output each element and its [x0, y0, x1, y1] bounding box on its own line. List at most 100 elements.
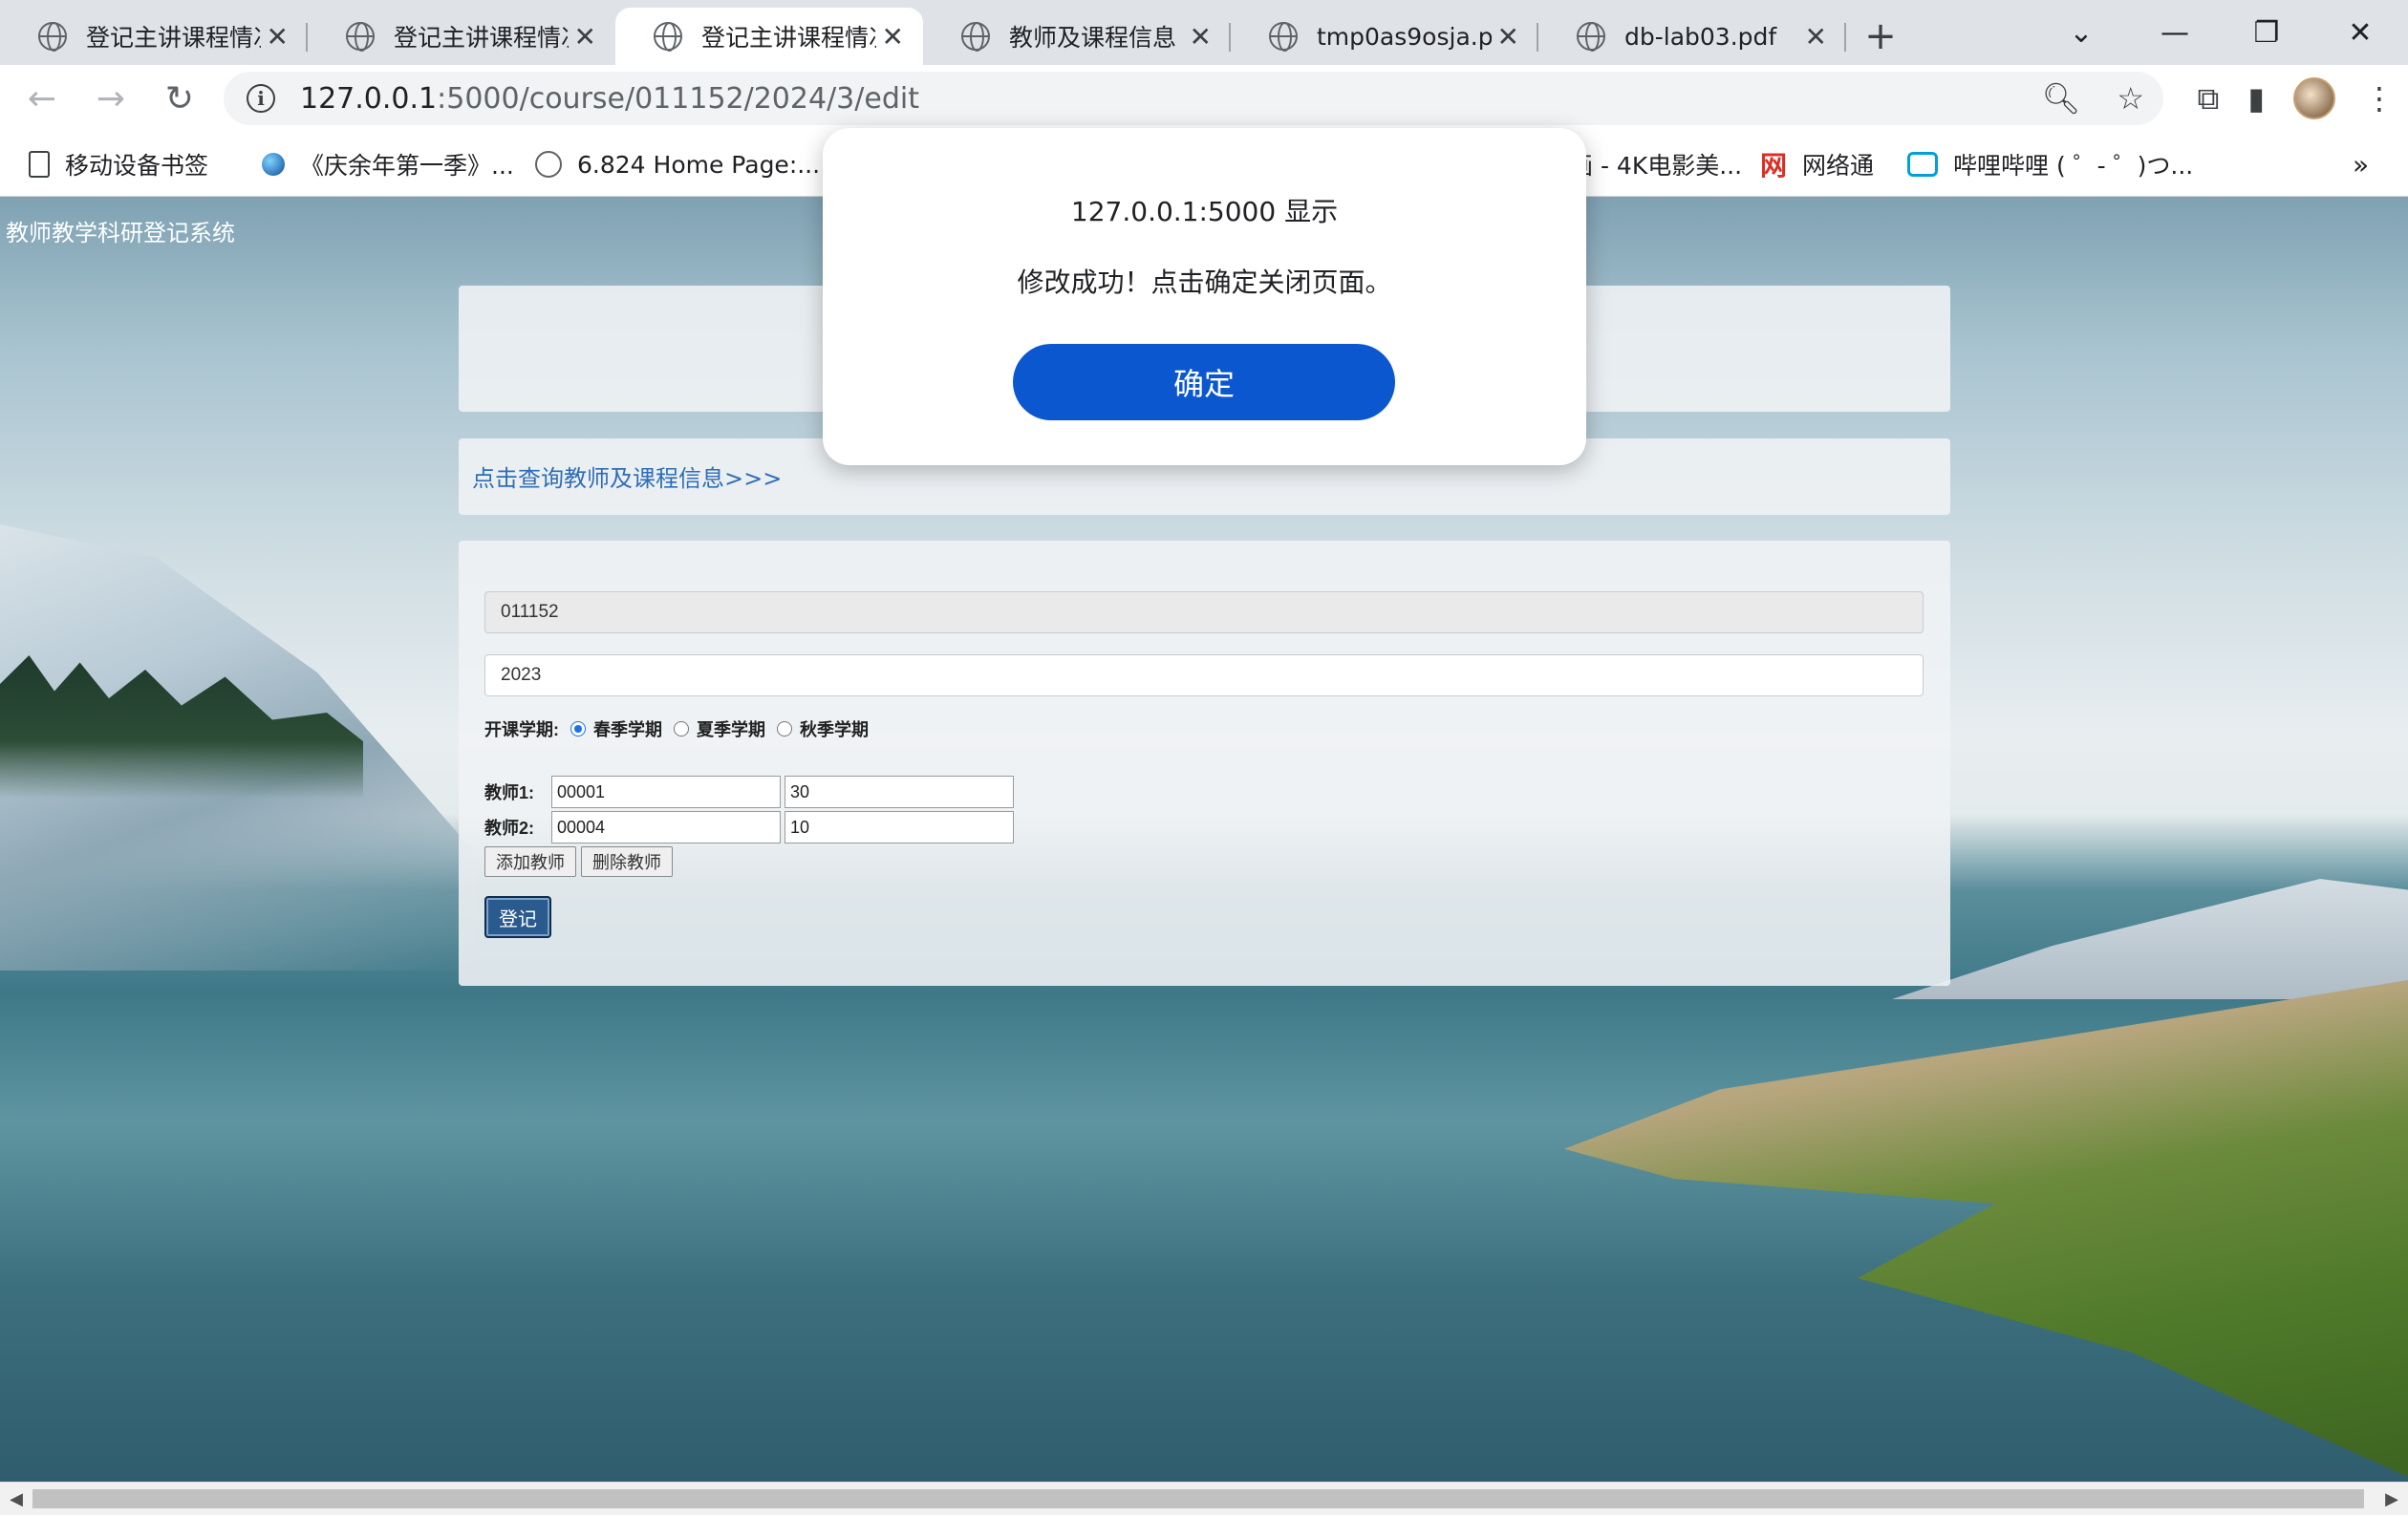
reload-button[interactable]: ↻ — [145, 65, 214, 132]
semester-spring-radio[interactable] — [570, 721, 586, 737]
horizontal-scrollbar[interactable]: ◀ ▶ — [0, 1482, 2408, 1515]
dialog-message: 修改成功！点击确定关闭页面。 — [1017, 267, 1392, 298]
teacher-row-1: 教师1: 00001 30 — [484, 776, 1018, 808]
new-tab-button[interactable]: + — [1852, 8, 1909, 65]
bookmark-4k-movie[interactable]: 画 - 4K电影美... — [1569, 132, 1742, 197]
address-bar-actions: 🔍︎ ☆ — [2042, 72, 2144, 125]
bookmark-bilibili[interactable]: 哔哩哔哩 ( ゜- ゜)つ... — [1907, 132, 2193, 197]
address-bar[interactable]: i 127.0.0.1:5000/course/011152/2024/3/ed… — [224, 72, 2163, 125]
browser-tab-2[interactable]: 登记主讲课程情况 ✕ — [308, 8, 615, 65]
bookmark-label: 移动设备书签 — [65, 152, 209, 180]
tab-title: 登记主讲课程情况 — [701, 24, 876, 52]
url-host: 127.0.0.1 — [300, 81, 438, 116]
alert-dialog: 127.0.0.1:5000 显示 修改成功！点击确定关闭页面。 确定 — [823, 128, 1586, 465]
query-teacher-course-link[interactable]: 点击查询教师及课程信息>>> — [472, 459, 782, 493]
menu-kebab-icon[interactable]: ⋮ — [2364, 80, 2395, 117]
teacher-row-2: 教师2: 00004 10 — [484, 811, 1018, 843]
scrollbar-thumb[interactable] — [32, 1489, 2364, 1508]
minimize-button[interactable]: — — [2137, 0, 2213, 65]
profile-avatar[interactable] — [2293, 77, 2335, 119]
browser-toolbar: ← → ↻ i 127.0.0.1:5000/course/011152/202… — [0, 65, 2408, 132]
tab-title: 教师及课程信息 — [1009, 24, 1177, 52]
remove-teacher-button[interactable]: 删除教师 — [581, 846, 673, 877]
extensions-puzzle-icon[interactable]: ⧉ — [2198, 80, 2220, 117]
bookmark-label: 画 - 4K电影美... — [1569, 152, 1743, 180]
url-path: :5000/course/011152/2024/3/edit — [437, 81, 919, 116]
bookmark-6824[interactable]: 6.824 Home Page:... — [535, 132, 820, 197]
bookmark-star-icon[interactable]: ☆ — [2117, 80, 2144, 117]
bookmark-wangluotong[interactable]: 网 网络通 — [1760, 132, 1874, 197]
browser-tab-4[interactable]: 教师及课程信息 ✕ — [923, 8, 1231, 65]
teacher-1-hours-input[interactable]: 30 — [785, 776, 1014, 808]
tab-title: tmp0as9osja.pdf — [1317, 22, 1492, 51]
more-bookmarks-button[interactable]: » — [2353, 132, 2369, 197]
globe-icon — [654, 22, 682, 52]
bookmark-label: 网络通 — [1802, 152, 1875, 180]
browser-tab-3-active[interactable]: 登记主讲课程情况 ✕ — [615, 8, 923, 65]
background-hill — [1892, 879, 2408, 999]
tab-title: 登记主讲课程情况 — [394, 24, 569, 52]
semester-spring-label: 春季学期 — [593, 720, 662, 739]
semester-group: 开课学期: 春季学期 夏季学期 秋季学期 — [484, 716, 869, 741]
background-grass — [1563, 980, 2408, 1477]
bookmark-qingyunian[interactable]: 《庆余年第一季》... — [262, 132, 514, 197]
semester-summer-label: 夏季学期 — [697, 720, 765, 739]
restore-button[interactable]: ❐ — [2228, 0, 2305, 65]
forward-button[interactable]: → — [76, 65, 145, 132]
add-teacher-button[interactable]: 添加教师 — [484, 846, 576, 877]
earth-icon — [262, 153, 285, 176]
course-id-field[interactable]: 011152 — [484, 591, 1924, 633]
close-tab-icon[interactable]: ✕ — [1805, 21, 1827, 53]
site-title: 教师教学科研登记系统 — [6, 221, 235, 246]
semester-label: 开课学期: — [484, 720, 559, 739]
semester-autumn-label: 秋季学期 — [800, 720, 869, 739]
teacher-2-hours-input[interactable]: 10 — [785, 811, 1014, 843]
toolbar-right: ⧉ ▮ ⋮ — [2198, 65, 2395, 132]
scroll-left-arrow-icon[interactable]: ◀ — [0, 1483, 32, 1516]
globe-icon — [1577, 22, 1605, 52]
zoom-out-icon[interactable]: 🔍︎ — [2042, 80, 2081, 117]
globe-icon — [346, 22, 375, 52]
url-text[interactable]: 127.0.0.1:5000/course/011152/2024/3/edit — [300, 82, 919, 116]
scroll-right-arrow-icon[interactable]: ▶ — [2376, 1483, 2408, 1516]
tab-search-chevron-icon[interactable]: ⌄ — [2043, 0, 2119, 65]
close-window-button[interactable]: ✕ — [2322, 0, 2398, 65]
semester-summer-radio[interactable] — [674, 721, 689, 737]
globe-icon — [961, 22, 990, 52]
teacher-2-label: 教师2: — [484, 819, 535, 838]
folder-icon — [29, 151, 50, 178]
side-panel-icon[interactable]: ▮ — [2247, 80, 2265, 117]
semester-autumn-radio[interactable] — [777, 721, 792, 737]
teacher-1-id-input[interactable]: 00001 — [551, 776, 781, 808]
globe-icon — [535, 151, 562, 178]
bookmark-mobile[interactable]: 移动设备书签 — [29, 132, 208, 197]
dialog-origin: 127.0.0.1:5000 显示 — [1070, 196, 1339, 227]
course-form-card: 011152 2023 开课学期: 春季学期 夏季学期 秋季学期 教师1: 00… — [459, 541, 1950, 986]
browser-tab-1[interactable]: 登记主讲课程情况 ✕ — [0, 8, 308, 65]
browser-tab-6[interactable]: db-lab03.pdf ✕ — [1538, 8, 1846, 65]
dialog-ok-button[interactable]: 确定 — [1013, 344, 1395, 420]
bookmark-label: 哔哩哔哩 ( ゜- ゜)つ... — [1953, 152, 2194, 180]
browser-tab-5[interactable]: tmp0as9osja.pdf ✕ — [1231, 8, 1538, 65]
globe-icon — [1269, 22, 1298, 52]
submit-button[interactable]: 登记 — [484, 896, 551, 938]
tab-strip: 登记主讲课程情况 ✕ 登记主讲课程情况 ✕ 登记主讲课程情况 ✕ 教师及课程信息… — [0, 0, 2408, 65]
close-tab-icon[interactable]: ✕ — [1497, 21, 1519, 53]
teacher-1-label: 教师1: — [484, 783, 535, 802]
close-tab-icon[interactable]: ✕ — [574, 21, 596, 53]
close-tab-icon[interactable]: ✕ — [267, 21, 289, 53]
site-info-icon[interactable]: i — [247, 84, 275, 113]
bookmark-label: 6.824 Home Page:... — [577, 150, 821, 179]
teacher-2-id-input[interactable]: 00004 — [551, 811, 781, 843]
close-tab-icon[interactable]: ✕ — [882, 21, 904, 53]
close-tab-icon[interactable]: ✕ — [1190, 21, 1212, 53]
net-icon: 网 — [1760, 150, 1788, 181]
globe-icon — [38, 22, 67, 52]
back-button[interactable]: ← — [8, 65, 76, 132]
year-field[interactable]: 2023 — [484, 654, 1924, 696]
tab-separator — [1844, 23, 1846, 52]
bookmark-label: 《庆余年第一季》... — [300, 152, 514, 180]
tab-title: 登记主讲课程情况 — [86, 24, 261, 52]
tab-title: db-lab03.pdf — [1624, 22, 1777, 51]
bilibili-icon — [1907, 152, 1938, 177]
